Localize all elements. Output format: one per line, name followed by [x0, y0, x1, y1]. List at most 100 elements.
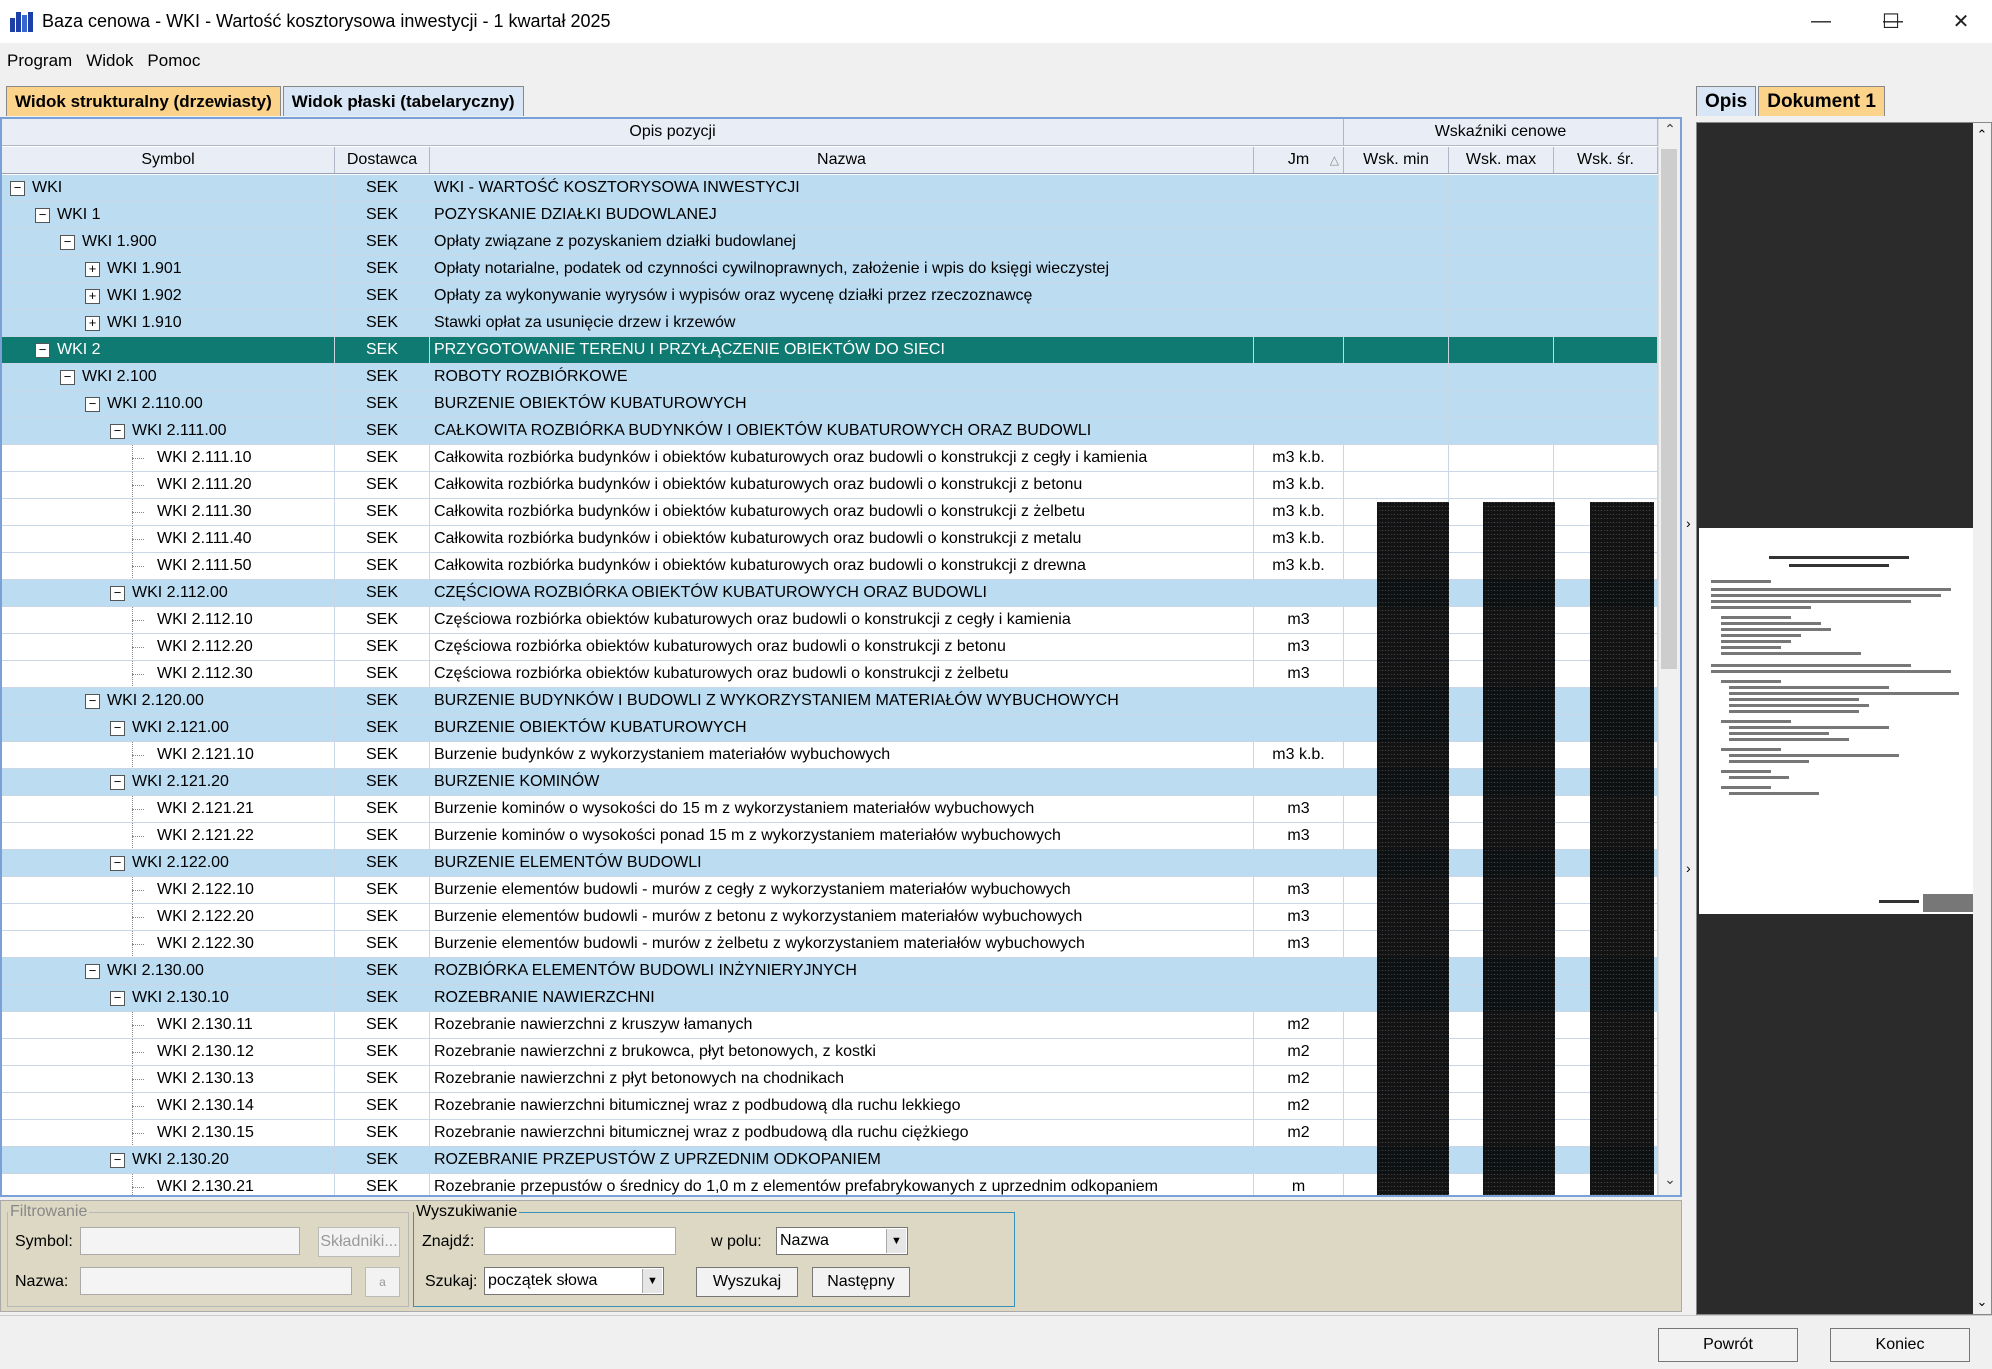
cell-wsk-min	[1344, 202, 1449, 228]
chevron-right-icon[interactable]: ›	[1686, 515, 1691, 531]
cell-symbol: WKI 2.130.15	[2, 1120, 335, 1146]
nastepny-button[interactable]: Następny	[812, 1267, 910, 1297]
table-row[interactable]: − WKI 1 SEK POZYSKANIE DZIAŁKI BUDOWLANEJ	[2, 202, 1658, 229]
maximize-button[interactable]: ☐	[1856, 0, 1926, 43]
cell-jm	[1254, 256, 1344, 282]
scroll-thumb[interactable]	[1661, 149, 1677, 669]
col-dostawca[interactable]: Dostawca	[335, 147, 430, 173]
col-wsk-sr[interactable]: Wsk. śr.	[1554, 147, 1658, 173]
scroll-up-icon[interactable]: ⌃	[1973, 127, 1991, 143]
col-wsk-min[interactable]: Wsk. min	[1344, 147, 1449, 173]
menu-pomoc[interactable]: Pomoc	[140, 51, 207, 71]
cell-dostawca: SEK	[335, 931, 430, 957]
table-row[interactable]: − WKI SEK WKI - WARTOŚĆ KOSZTORYSOWA INWEST…	[2, 175, 1658, 202]
table-row[interactable]: + WKI 1.910 SEK Stawki opłat za usunięcie d…	[2, 310, 1658, 337]
tab-structural[interactable]: Widok strukturalny (drzewiasty)	[6, 86, 281, 116]
znajdz-input[interactable]	[484, 1227, 676, 1255]
cell-wsk-max	[1449, 202, 1554, 228]
cell-dostawca: SEK	[335, 796, 430, 822]
filter-symbol-input[interactable]	[80, 1227, 300, 1255]
cell-jm	[1254, 202, 1344, 228]
collapse-icon[interactable]: −	[85, 694, 100, 709]
menu-program[interactable]: Program	[0, 51, 79, 71]
document-scrollbar[interactable]: ⌃ ⌄	[1973, 123, 1991, 1314]
cell-nazwa: Rozebranie przepustów o średnicy do 1,0 …	[430, 1174, 1254, 1195]
chevron-down-icon[interactable]: ▼	[886, 1229, 906, 1253]
cell-wsk-min	[1344, 310, 1449, 336]
cell-dostawca: SEK	[335, 1120, 430, 1146]
collapse-icon[interactable]: −	[60, 235, 75, 250]
cell-nazwa: Burzenie elementów budowli - murów z ceg…	[430, 877, 1254, 903]
table-row[interactable]: WKI 2.111.20 SEK Całkowita rozbiórka budyn…	[2, 472, 1658, 499]
scroll-down-icon[interactable]: ⌄	[1659, 1171, 1680, 1193]
menu-widok[interactable]: Widok	[79, 51, 140, 71]
tab-dokument-1[interactable]: Dokument 1	[1758, 86, 1885, 116]
collapse-icon[interactable]: −	[110, 856, 125, 871]
cell-symbol: WKI 2.130.12	[2, 1039, 335, 1065]
table-row[interactable]: − WKI 2.111.00 SEK CAŁKOWITA ROZBIÓRKA BUDY…	[2, 418, 1658, 445]
collapse-icon[interactable]: −	[35, 208, 50, 223]
close-button[interactable]: ✕	[1926, 0, 1992, 43]
cell-symbol: WKI 2.121.10	[2, 742, 335, 768]
cell-jm: m3	[1254, 661, 1344, 687]
cell-dostawca: SEK	[335, 499, 430, 525]
szukaj-select[interactable]: początek słowa ▼	[484, 1267, 664, 1295]
collapse-icon[interactable]: −	[85, 397, 100, 412]
table-row[interactable]: − WKI 2.100 SEK ROBOTY ROZBIÓRKOWE	[2, 364, 1658, 391]
collapse-icon[interactable]: −	[35, 343, 50, 358]
scroll-up-icon[interactable]: ⌃	[1659, 121, 1680, 143]
collapse-icon[interactable]: −	[10, 181, 25, 196]
panel-splitter[interactable]: › ›	[1686, 80, 1696, 1315]
cell-dostawca: SEK	[335, 175, 430, 201]
cell-dostawca: SEK	[335, 661, 430, 687]
table-row[interactable]: WKI 2.111.10 SEK Całkowita rozbiórka budyn…	[2, 445, 1658, 472]
collapse-icon[interactable]: −	[60, 370, 75, 385]
table-row[interactable]: − WKI 2 SEK PRZYGOTOWANIE TERENU I PRZYŁĄCZ…	[2, 337, 1658, 364]
powrot-button[interactable]: Powrót	[1658, 1328, 1798, 1362]
cell-dostawca: SEK	[335, 715, 430, 741]
col-jm[interactable]: Jm △	[1254, 147, 1344, 173]
minimize-button[interactable]: —	[1786, 0, 1856, 43]
chevron-down-icon[interactable]: ▼	[642, 1269, 662, 1293]
koniec-button[interactable]: Koniec	[1830, 1328, 1970, 1362]
cell-symbol: WKI 2.130.14	[2, 1093, 335, 1119]
cell-symbol: − WKI 2.121.20	[2, 769, 335, 795]
szukaj-value: początek słowa	[488, 1272, 598, 1289]
expand-icon[interactable]: +	[85, 289, 100, 304]
table-row[interactable]: + WKI 1.902 SEK Opłaty za wykonywanie wyrys…	[2, 283, 1658, 310]
collapse-icon[interactable]: −	[110, 424, 125, 439]
collapse-icon[interactable]: −	[110, 586, 125, 601]
cell-jm: m3 k.b.	[1254, 445, 1344, 471]
scroll-down-icon[interactable]: ⌄	[1973, 1294, 1991, 1310]
table-row[interactable]: − WKI 2.110.00 SEK BURZENIE OBIEKTÓW KUBATU…	[2, 391, 1658, 418]
title-bar: Baza cenowa - WKI - Wartość kosztorysowa…	[0, 0, 1992, 43]
expand-icon[interactable]: +	[85, 316, 100, 331]
col-wsk-max[interactable]: Wsk. max	[1449, 147, 1554, 173]
expand-icon[interactable]: +	[85, 262, 100, 277]
col-symbol[interactable]: Symbol	[2, 147, 335, 173]
skladniki-button[interactable]: Składniki...	[318, 1227, 400, 1257]
collapse-icon[interactable]: −	[85, 964, 100, 979]
filter-nazwa-input[interactable]	[80, 1267, 352, 1295]
grid-scrollbar[interactable]: ⌃ ⌄	[1658, 119, 1680, 1195]
cell-dostawca: SEK	[335, 877, 430, 903]
col-nazwa[interactable]: Nazwa	[430, 147, 1254, 173]
cell-symbol: − WKI 2.110.00	[2, 391, 335, 417]
wyszukaj-button[interactable]: Wyszukaj	[696, 1267, 798, 1297]
cell-jm	[1254, 985, 1344, 1011]
collapse-icon[interactable]: −	[110, 721, 125, 736]
collapse-icon[interactable]: −	[110, 1153, 125, 1168]
collapse-icon[interactable]: −	[110, 991, 125, 1006]
collapse-icon[interactable]: −	[110, 775, 125, 790]
search-legend: Wyszukiwanie	[416, 1203, 518, 1220]
tab-flat[interactable]: Widok płaski (tabelaryczny)	[282, 86, 524, 116]
table-row[interactable]: − WKI 1.900 SEK Opłaty związane z pozyskani…	[2, 229, 1658, 256]
wpolu-select[interactable]: Nazwa ▼	[776, 1227, 908, 1255]
cell-jm: m3	[1254, 796, 1344, 822]
tab-opis[interactable]: Opis	[1696, 86, 1757, 116]
cell-wsk-sr	[1554, 418, 1658, 444]
cell-wsk-min	[1344, 472, 1449, 498]
table-row[interactable]: + WKI 1.901 SEK Opłaty notarialne, podatek …	[2, 256, 1658, 283]
filter-option-button[interactable]: a	[365, 1267, 400, 1297]
chevron-right-icon[interactable]: ›	[1686, 860, 1691, 876]
